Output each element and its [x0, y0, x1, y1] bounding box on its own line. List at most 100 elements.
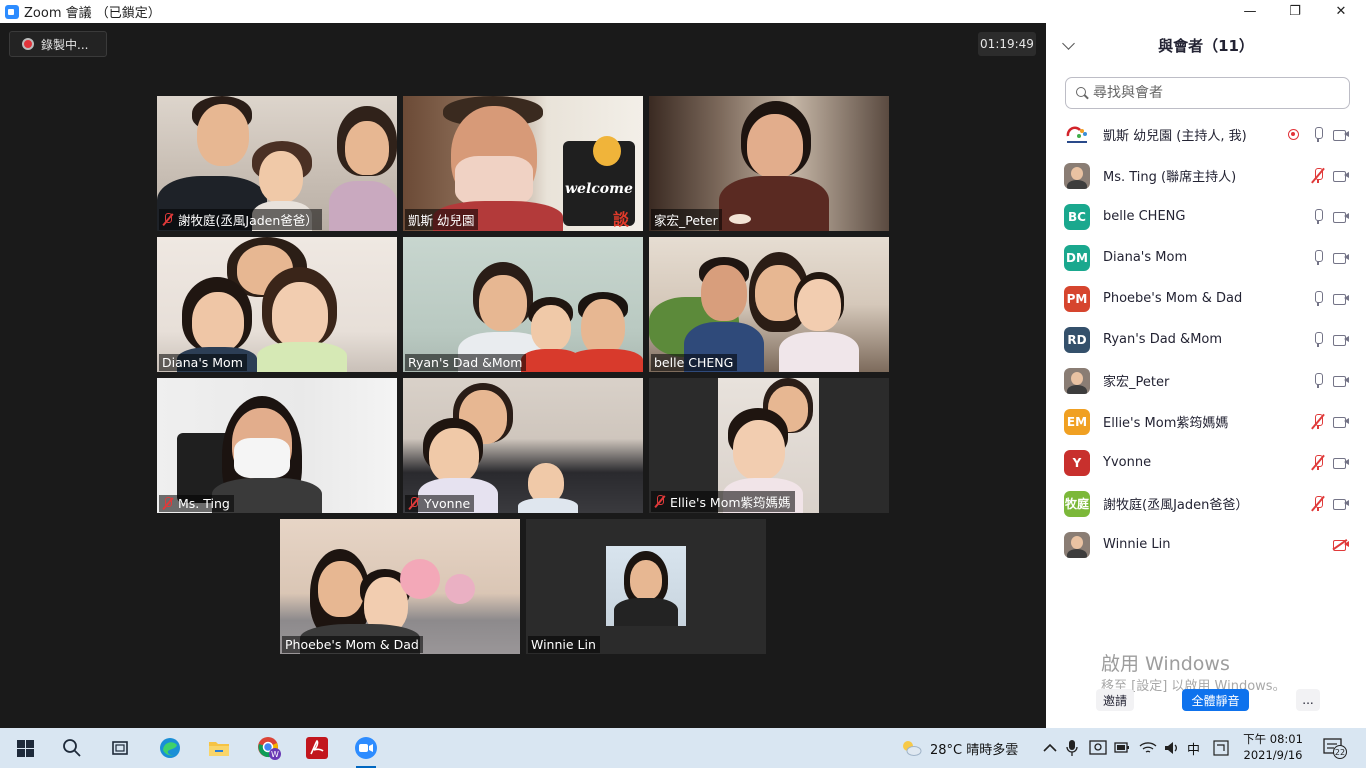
battery-icon[interactable] [1113, 728, 1131, 768]
video-camera-icon[interactable] [1333, 334, 1350, 346]
video-camera-icon[interactable] [1333, 293, 1350, 305]
microphone-icon[interactable] [1313, 291, 1323, 306]
microphone-muted-icon[interactable] [1311, 413, 1325, 430]
tile-name: Winnie Lin [531, 637, 596, 652]
video-tile[interactable]: Ryan's Dad &Mom [403, 237, 643, 372]
participants-panel-footer: 邀請 全體靜音 ... [1046, 687, 1366, 717]
show-hidden-icons-button[interactable] [1043, 728, 1057, 768]
close-button[interactable]: ✕ [1318, 0, 1364, 23]
clock-time: 下午 08:01 [1243, 732, 1303, 746]
video-feed [280, 519, 520, 654]
more-options-button[interactable]: ... [1296, 689, 1320, 711]
participant-row[interactable]: Ms. Ting (聯席主持人) [1046, 155, 1366, 196]
video-feed [403, 378, 643, 513]
participant-row[interactable]: 家宏_Peter [1046, 360, 1366, 401]
participant-row[interactable]: DM Diana's Mom [1046, 237, 1366, 278]
recording-indicator[interactable]: 錄製中... [9, 31, 107, 57]
video-tile[interactable]: 謝牧庭(丞風Jaden爸爸） [157, 96, 397, 231]
microphone-icon[interactable] [1313, 209, 1323, 224]
tile-name-label: Ms. Ting [159, 495, 234, 512]
tile-name-label: Ryan's Dad &Mom [405, 354, 527, 371]
tile-name: Yvonne [424, 496, 471, 511]
microphone-icon[interactable] [1313, 127, 1323, 142]
windows-start-icon[interactable] [11, 734, 39, 762]
video-camera-icon[interactable] [1333, 416, 1350, 428]
video-camera-icon[interactable] [1333, 252, 1350, 264]
task-view-icon[interactable] [106, 734, 134, 762]
window-title: Zoom 會議 （已鎖定） [24, 6, 161, 21]
microphone-icon[interactable] [1313, 332, 1323, 347]
participant-row[interactable]: BC belle CHENG [1046, 196, 1366, 237]
microphone-tray-icon[interactable] [1066, 728, 1078, 768]
video-tile[interactable]: belle CHENG [649, 237, 889, 372]
video-feed [157, 237, 397, 372]
microphone-muted-icon[interactable] [1311, 495, 1325, 512]
video-off-icon[interactable] [1332, 538, 1350, 551]
recording-icon [1288, 129, 1299, 140]
search-icon[interactable] [58, 734, 86, 762]
video-tile[interactable]: 家宏_Peter [649, 96, 889, 231]
video-tile[interactable]: Yvonne [403, 378, 643, 513]
participant-row[interactable]: 凱斯 幼兒園 (主持人, 我) [1046, 114, 1366, 155]
input-method-indicator[interactable]: 中 [1187, 728, 1200, 768]
microphone-icon[interactable] [1313, 373, 1323, 388]
tile-name-label: Phoebe's Mom & Dad [282, 636, 423, 653]
video-feed [157, 378, 397, 513]
tile-name-label: Ellie's Mom紫筠媽媽 [651, 491, 795, 512]
participant-name: Winnie Lin [1103, 537, 1171, 552]
participant-search[interactable] [1065, 77, 1350, 109]
maximize-button[interactable]: ❐ [1272, 0, 1318, 23]
tile-name: Phoebe's Mom & Dad [285, 637, 419, 652]
video-tile[interactable]: Ms. Ting [157, 378, 397, 513]
acrobat-icon[interactable] [303, 734, 331, 762]
participant-search-input[interactable] [1093, 85, 1333, 101]
video-tile[interactable]: Diana's Mom [157, 237, 397, 372]
microphone-muted-icon[interactable] [1311, 167, 1325, 184]
participant-row[interactable]: RD Ryan's Dad &Mom [1046, 319, 1366, 360]
participant-row[interactable]: PM Phoebe's Mom & Dad [1046, 278, 1366, 319]
mute-all-button[interactable]: 全體靜音 [1182, 689, 1249, 711]
file-explorer-icon[interactable] [205, 734, 233, 762]
video-tile-active-speaker[interactable]: welcome 談 凱斯 幼兒園 [403, 96, 643, 231]
video-camera-icon[interactable] [1333, 211, 1350, 223]
participant-name: Ms. Ting (聯席主持人) [1103, 170, 1237, 185]
participant-row[interactable]: 牧庭 謝牧庭(丞風Jaden爸爸） [1046, 483, 1366, 524]
video-camera-icon[interactable] [1333, 498, 1350, 510]
microphone-muted-icon[interactable] [1311, 454, 1325, 471]
video-tile[interactable]: Phoebe's Mom & Dad [280, 519, 520, 654]
participant-row[interactable]: Winnie Lin [1046, 524, 1366, 565]
volume-icon[interactable] [1163, 728, 1181, 768]
security-tray-icon[interactable] [1089, 728, 1107, 768]
tile-name-label: 謝牧庭(丞風Jaden爸爸） [159, 209, 322, 230]
welcome-sign: welcome [565, 181, 633, 197]
video-camera-icon[interactable] [1333, 457, 1350, 469]
video-tile[interactable]: Winnie Lin [526, 519, 766, 654]
participant-avatar-photo [1064, 531, 1090, 558]
participant-name: Ryan's Dad &Mom [1103, 332, 1223, 347]
video-tile[interactable]: Ellie's Mom紫筠媽媽 [649, 378, 889, 513]
microphone-icon[interactable] [1313, 250, 1323, 265]
invite-button[interactable]: 邀請 [1096, 689, 1134, 711]
tile-name-label: 家宏_Peter [651, 209, 722, 230]
participant-avatar: EM [1064, 408, 1090, 435]
video-camera-icon[interactable] [1333, 375, 1350, 387]
edge-icon[interactable] [156, 734, 184, 762]
weather-widget[interactable]: 28°C 晴時多雲 [900, 728, 1018, 768]
minimize-button[interactable]: — [1227, 0, 1273, 23]
participant-row[interactable]: EM Ellie's Mom紫筠媽媽 [1046, 401, 1366, 442]
notification-center-button[interactable]: 22 [1323, 728, 1347, 768]
wifi-icon[interactable] [1139, 728, 1157, 768]
participant-row[interactable]: Y Yvonne [1046, 442, 1366, 483]
chrome-icon[interactable]: W [255, 734, 283, 762]
video-feed [649, 237, 889, 372]
video-camera-icon[interactable] [1333, 170, 1350, 182]
meeting-timer: 01:19:49 [978, 32, 1036, 56]
svg-text:W: W [271, 750, 279, 759]
zoom-icon[interactable] [352, 734, 380, 768]
ime-mode-icon[interactable] [1213, 728, 1229, 768]
tile-name-label: 凱斯 幼兒園 [405, 209, 479, 230]
video-camera-icon[interactable] [1333, 129, 1350, 141]
chevron-up-icon [1043, 743, 1057, 752]
muted-mic-icon [162, 497, 173, 510]
taskbar-clock[interactable]: 下午 08:01 2021/9/16 [1240, 731, 1306, 763]
